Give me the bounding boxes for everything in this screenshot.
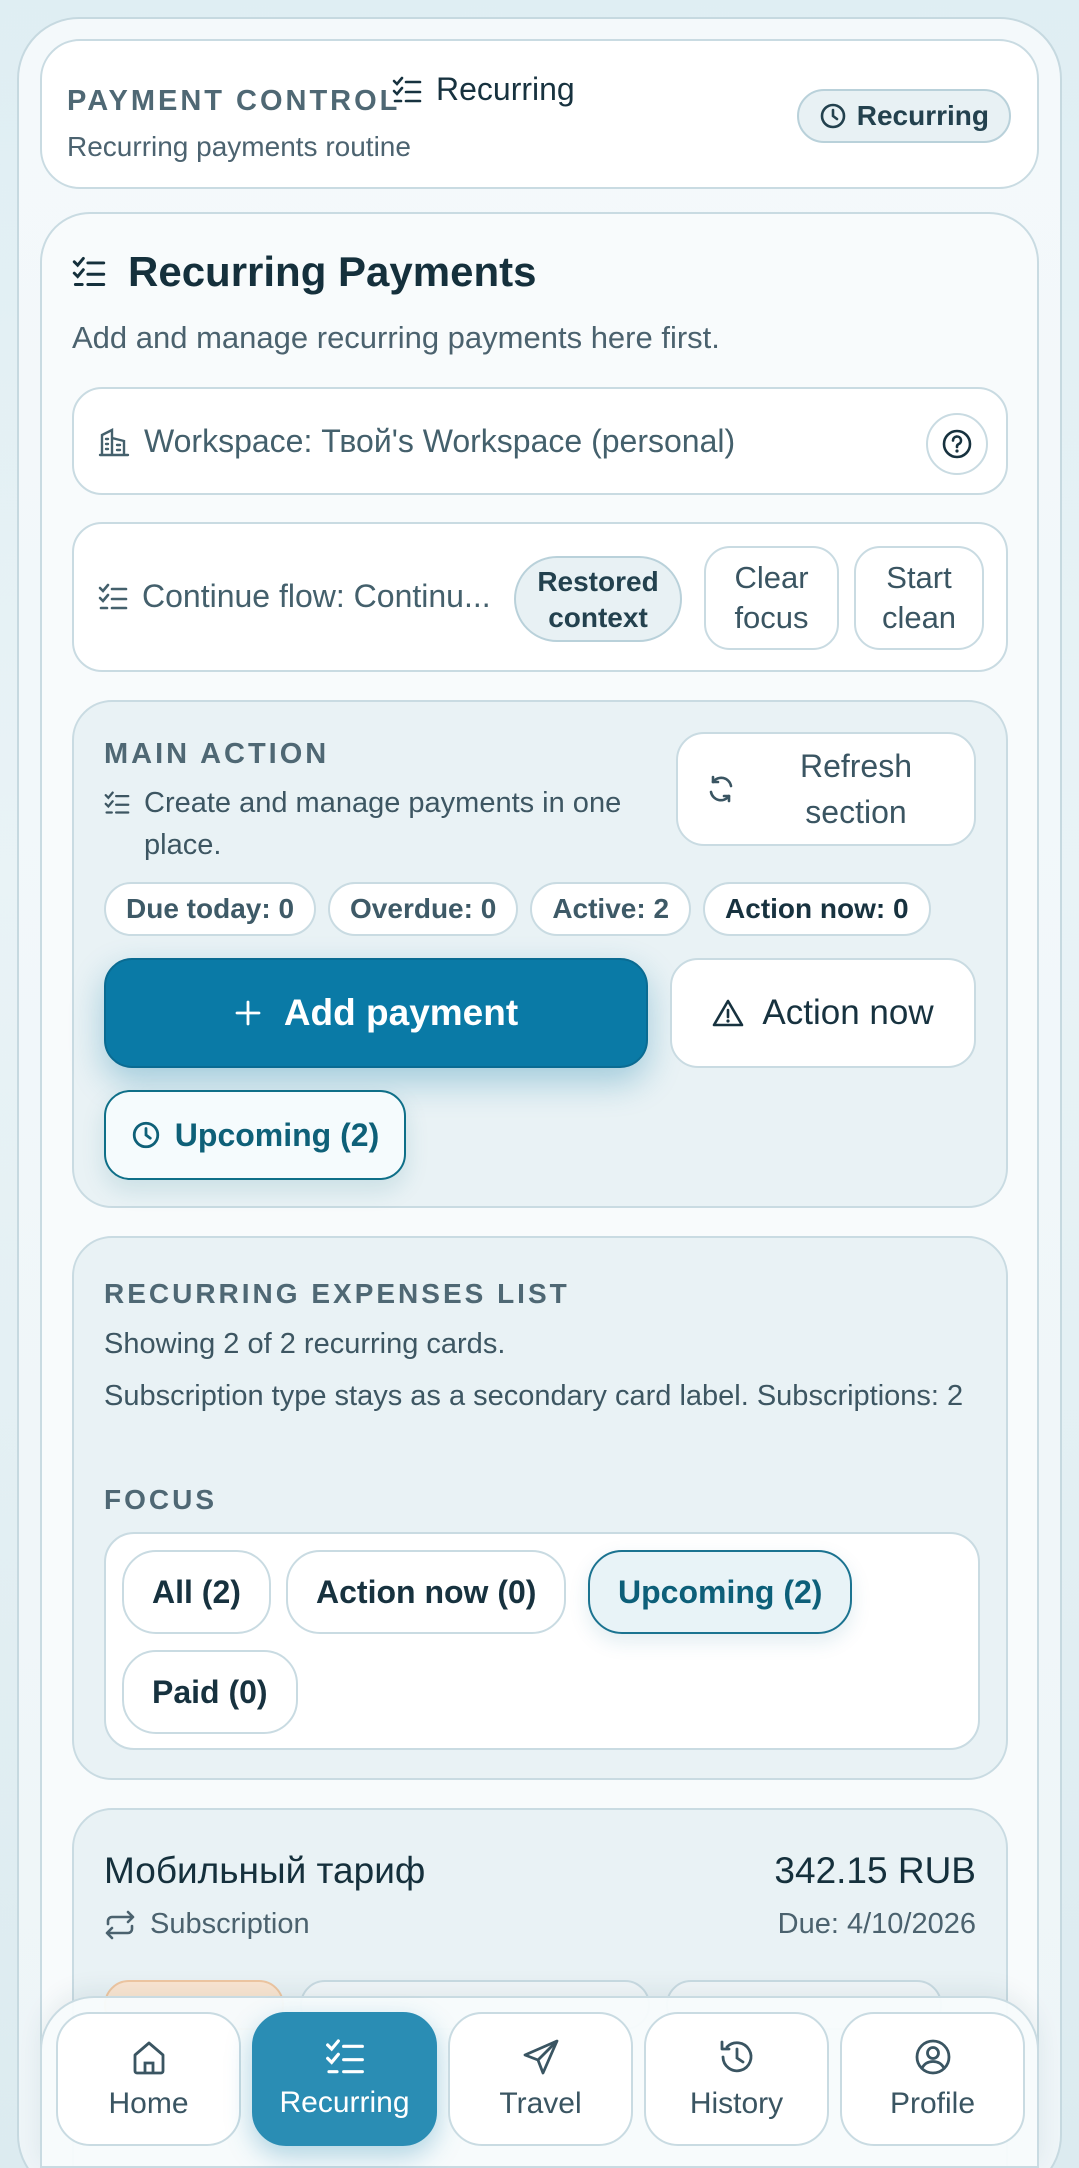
action-now-label: Action now [762, 993, 934, 1032]
payment-type-label: Subscription [150, 1908, 310, 1940]
add-payment-label: Add payment [283, 992, 519, 1033]
flow-label: Continue flow: Continu... [98, 578, 498, 615]
status-chips: Due today: 0 Overdue: 0 Active: 2 Action… [104, 882, 931, 936]
workspace-label: Workspace: Твой's Workspace (personal) [98, 423, 735, 460]
nav-history[interactable]: History [644, 2012, 829, 2146]
main-action-eyebrow: MAIN ACTION [104, 738, 330, 770]
restored-context-badge: Restored context [514, 556, 682, 642]
warning-icon [712, 998, 744, 1028]
list-note-text: Subscription type stays as a secondary c… [104, 1380, 964, 1412]
overdue-chip: Overdue: 0 [328, 882, 519, 936]
nav-recurring[interactable]: Recurring [252, 2012, 437, 2146]
home-icon [129, 2037, 169, 2077]
nav-travel[interactable]: Travel [448, 2012, 633, 2146]
checklist-icon [104, 782, 130, 866]
checklist-icon [392, 76, 422, 104]
recurring-list-card: RECURRING EXPENSES LIST Showing 2 of 2 r… [72, 1236, 1008, 1780]
building-icon [98, 426, 130, 458]
refresh-section-button[interactable]: Refresh section [676, 732, 976, 846]
payment-type: Subscription [104, 1908, 310, 1941]
payment-amount: 342.15 RUB [774, 1850, 976, 1891]
list-eyebrow: RECURRING EXPENSES LIST [104, 1278, 570, 1309]
nav-travel-label: Travel [499, 2087, 582, 2120]
clear-focus-button[interactable]: Clear focus [704, 546, 839, 650]
focus-all-chip[interactable]: All (2) [122, 1550, 271, 1634]
focus-paid-chip[interactable]: Paid (0) [122, 1650, 298, 1734]
bottom-nav: Home Recurring Travel History Profile [40, 1996, 1039, 2168]
checklist-icon [325, 2038, 365, 2076]
checklist-icon [72, 256, 106, 288]
focus-filter-group: All (2) Action now (0) Upcoming (2) Paid… [104, 1532, 980, 1750]
workspace-text: Workspace: Твой's Workspace (personal) [144, 423, 736, 459]
flow-text: Continue flow: Continu... [142, 578, 491, 614]
refresh-label: Refresh section [799, 748, 913, 830]
action-now-chip: Action now: 0 [703, 882, 931, 936]
header-eyebrow: PAYMENT CONTROL [67, 85, 401, 117]
page-title-label: Recurring Payments [128, 248, 537, 295]
nav-recurring-label: Recurring [279, 2086, 410, 2119]
clock-icon [819, 102, 847, 130]
main-action-text: Create and manage payments in one place. [144, 787, 622, 861]
nav-home[interactable]: Home [56, 2012, 241, 2146]
upcoming-label: Upcoming (2) [174, 1116, 380, 1153]
header-badge: Recurring [796, 89, 1011, 143]
continue-flow-row: Continue flow: Continu... Restored conte… [72, 522, 1008, 672]
header-crumb-label: Recurring [436, 71, 575, 107]
header-badge-label: Recurring [856, 100, 989, 131]
workspace-row[interactable]: Workspace: Твой's Workspace (personal) [72, 387, 1008, 495]
help-button[interactable] [926, 413, 988, 475]
repeat-icon [104, 1910, 136, 1940]
nav-history-label: History [689, 2087, 784, 2120]
upcoming-button[interactable]: Upcoming (2) [104, 1090, 406, 1180]
payment-due: Due: 4/10/2026 [777, 1908, 976, 1940]
active-chip: Active: 2 [530, 882, 692, 936]
header-subtitle: Recurring payments routine [67, 131, 411, 162]
plus-icon [234, 999, 262, 1027]
payment-name: Мобильный тариф [104, 1850, 426, 1891]
history-icon [717, 2037, 757, 2077]
checklist-icon [98, 583, 128, 611]
header-crumb: Recurring [392, 71, 575, 108]
user-icon [913, 2037, 953, 2077]
clock-icon [131, 1120, 161, 1150]
send-icon [521, 2037, 561, 2077]
page-description: Add and manage recurring payments here f… [72, 320, 720, 355]
due-today-chip: Due today: 0 [104, 882, 317, 936]
list-count-text: Showing 2 of 2 recurring cards. [104, 1328, 506, 1360]
action-now-button[interactable]: Action now [670, 958, 976, 1068]
main-action-description: Create and manage payments in one place. [104, 782, 664, 866]
question-icon [941, 428, 973, 460]
nav-home-label: Home [108, 2087, 189, 2120]
focus-action-now-chip[interactable]: Action now (0) [286, 1550, 567, 1634]
nav-profile[interactable]: Profile [840, 2012, 1025, 2146]
focus-eyebrow: FOCUS [104, 1484, 217, 1515]
refresh-icon [706, 774, 736, 804]
start-clean-button[interactable]: Start clean [854, 546, 984, 650]
nav-profile-label: Profile [889, 2087, 976, 2120]
add-payment-button[interactable]: Add payment [104, 958, 648, 1068]
main-action-card: MAIN ACTION Create and manage payments i… [72, 700, 1008, 1208]
page-title: Recurring Payments [72, 248, 536, 296]
focus-upcoming-chip[interactable]: Upcoming (2) [588, 1550, 853, 1634]
header-card: PAYMENT CONTROL Recurring Recurring paym… [40, 39, 1039, 189]
